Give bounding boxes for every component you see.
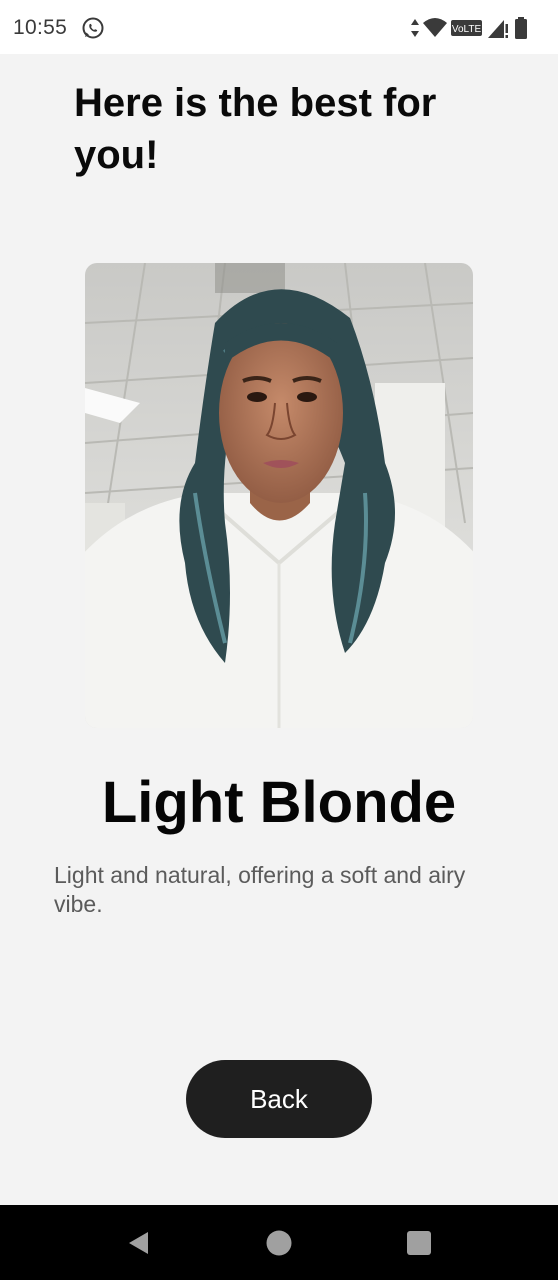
- back-button[interactable]: Back: [186, 1060, 372, 1138]
- svg-text:VoLTE: VoLTE: [452, 24, 482, 35]
- home-circle-icon[interactable]: [265, 1229, 293, 1257]
- status-bar: 10:55 VoLTE: [0, 0, 558, 54]
- system-nav-bar: [0, 1205, 558, 1280]
- recents-square-icon[interactable]: [405, 1229, 433, 1257]
- data-arrows-icon: [411, 19, 419, 37]
- whatsapp-icon: [82, 17, 104, 39]
- battery-icon: [515, 17, 527, 39]
- selfie-image: [85, 263, 473, 728]
- selfie-photo: [85, 263, 473, 728]
- wifi-icon: [423, 18, 447, 37]
- status-time: 10:55: [13, 16, 68, 39]
- page-headline: Here is the best for you!: [74, 81, 437, 177]
- back-triangle-icon[interactable]: [125, 1229, 153, 1257]
- result-title: Light Blonde: [101, 770, 457, 835]
- result-description: Light and natural, offering a soft and a…: [54, 862, 466, 917]
- signal-icon: [488, 20, 508, 38]
- volte-icon: VoLTE: [451, 20, 482, 36]
